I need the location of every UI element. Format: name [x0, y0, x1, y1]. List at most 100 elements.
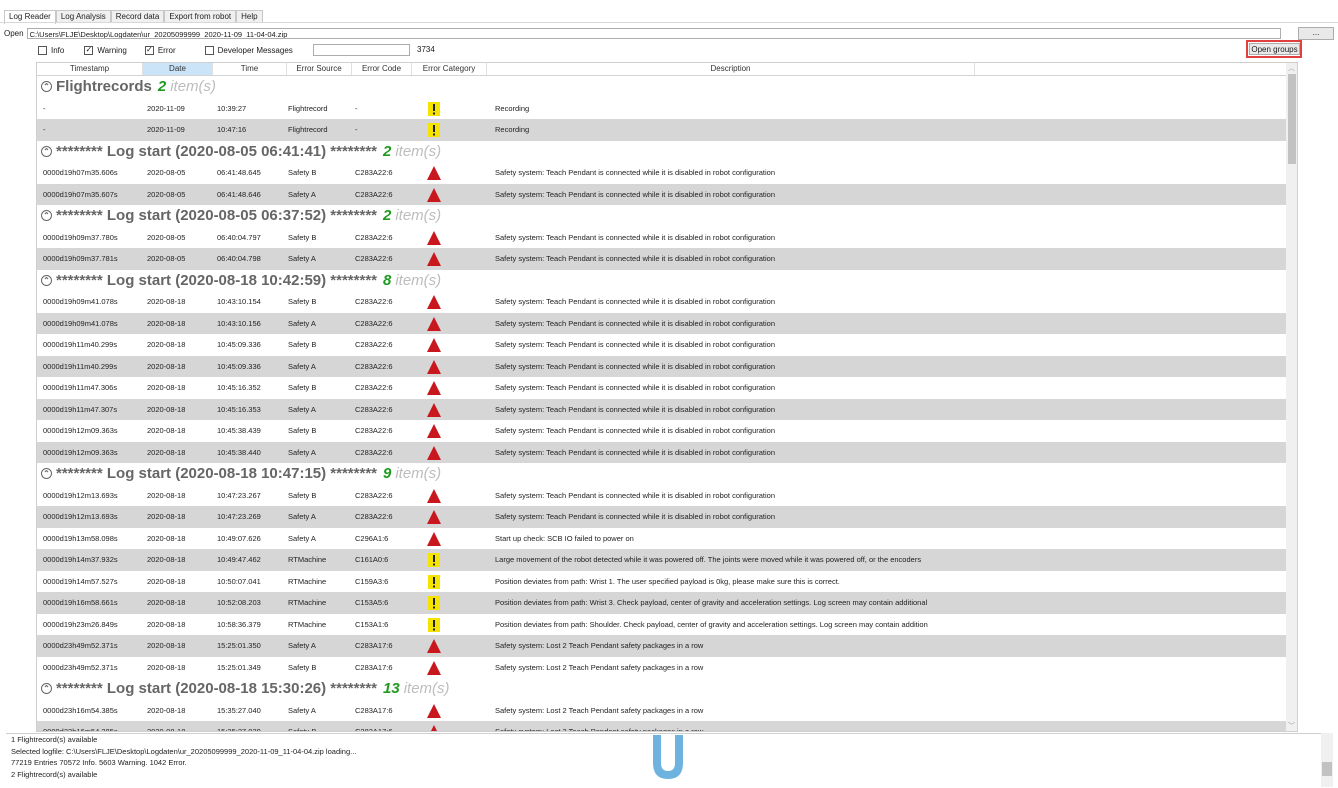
table-row[interactable]: 0000d23h16m54.385s 2020-08-18 15:35:27.040… — [37, 700, 1287, 722]
group-header[interactable]: ⌃ ******** Log start (2020-08-05 06:37:52… — [37, 205, 1287, 227]
cell-timestamp: 0000d19h23m26.849s — [43, 619, 118, 629]
table-row[interactable]: 0000d23h16m54.385s 2020-08-18 15:35:27.039… — [37, 721, 1287, 732]
group-title: ******** Log start (2020-08-18 10:47:15)… — [56, 465, 377, 483]
table-row[interactable]: 0000d19h13m58.098s 2020-08-18 10:49:07.626… — [37, 528, 1287, 550]
table-row[interactable]: 0000d19h09m41.078s 2020-08-18 10:43:10.156… — [37, 312, 1287, 334]
table-row[interactable]: 0000d19h11m47.307s 2020-08-18 10:45:16.353… — [37, 398, 1287, 420]
table-row[interactable]: - 2020-11-09 10:39:27 Flightrecord - Recordin… — [37, 98, 1287, 120]
group-header[interactable]: ⌃ ******** Log start (2020-08-05 06:41:41… — [37, 141, 1287, 163]
table-row[interactable]: 0000d19h11m40.299s 2020-08-18 10:45:09.336… — [37, 334, 1287, 356]
cell-description: Recording — [495, 125, 530, 134]
browse-button[interactable]: ... — [1298, 27, 1334, 40]
cell-timestamp: 0000d19h09m37.781s — [43, 254, 118, 263]
cell-description: Safety system: Teach Pendant is connecte… — [495, 297, 776, 306]
group-header[interactable]: ⌃ ******** Log start (2020-08-18 15:30:26… — [37, 678, 1287, 700]
group-count: 13 — [383, 680, 400, 698]
scroll-up-icon[interactable]: ︿ — [1288, 63, 1295, 73]
scroll-down-icon[interactable]: ﹀ — [1288, 721, 1295, 731]
cell-error-code: C283A22:6 — [355, 383, 393, 392]
cell-date: 2020-08-05 — [147, 254, 186, 263]
table-row[interactable]: 0000d19h11m47.306s 2020-08-18 10:45:16.352… — [37, 377, 1287, 399]
cell-timestamp: 0000d19h09m37.780s — [43, 232, 118, 242]
table-row[interactable]: 0000d19h09m37.780s 2020-08-05 06:40:04.797… — [37, 227, 1287, 249]
warning-checkbox-box[interactable]: ✓ — [84, 45, 94, 55]
table-row[interactable]: 0000d19h14m57.527s 2020-08-18 10:50:07.041… — [37, 571, 1287, 593]
column-header-error-category[interactable]: Error Category — [412, 63, 487, 75]
cell-error-source: RTMachine — [288, 555, 327, 564]
collapse-icon[interactable]: ⌃ — [41, 274, 52, 286]
cell-error-source: Safety A — [288, 705, 316, 715]
table-row[interactable]: 0000d19h16m58.661s 2020-08-18 10:52:08.203… — [37, 592, 1287, 614]
cell-date: 2020-08-18 — [147, 662, 186, 672]
column-header-date[interactable]: Date — [143, 63, 213, 75]
cell-error-source: Safety A — [288, 361, 316, 371]
table-row[interactable]: - 2020-11-09 10:47:16 Flightrecord - Recordin… — [37, 119, 1287, 141]
column-header-time[interactable]: Time — [213, 63, 287, 75]
error-checkbox[interactable]: ✓ Error — [144, 45, 176, 55]
table-row[interactable]: 0000d19h12m13.693s 2020-08-18 10:47:23.267… — [37, 485, 1287, 507]
cell-date: 2020-08-18 — [147, 705, 186, 715]
group-header[interactable]: ⌃ ******** Log start (2020-08-18 10:47:15… — [37, 463, 1287, 485]
open-path-field[interactable]: C:\Users\FLJE\Desktop\Logdaten\ur_202050… — [26, 28, 1281, 39]
table-row[interactable]: 0000d23h49m52.371s 2020-08-18 15:25:01.350… — [37, 635, 1287, 657]
cell-time: 10:45:38.440 — [217, 447, 261, 457]
log-scrollbar-thumb[interactable] — [1322, 762, 1332, 776]
info-checkbox-box[interactable] — [38, 45, 47, 55]
error-checkbox-box[interactable]: ✓ — [144, 45, 154, 55]
group-header[interactable]: ⌃ Flightrecords 2 item(s) — [37, 76, 1287, 98]
table-row[interactable]: 0000d19h09m37.781s 2020-08-05 06:40:04.798… — [37, 248, 1287, 270]
table-row[interactable]: 0000d19h07m35.606s 2020-08-05 06:41:48.645… — [37, 162, 1287, 184]
grid-scrollbar-thumb[interactable] — [1288, 74, 1296, 164]
collapse-icon[interactable]: ⌃ — [41, 81, 52, 93]
cell-timestamp: 0000d23h16m54.385s — [43, 727, 118, 732]
search-input[interactable] — [313, 44, 410, 56]
cell-error-source: Safety B — [288, 168, 317, 177]
table-row[interactable]: 0000d19h23m26.849s 2020-08-18 10:58:36.379… — [37, 614, 1287, 636]
collapse-icon[interactable]: ⌃ — [41, 145, 52, 157]
warning-checkbox[interactable]: ✓ Warning — [84, 45, 127, 55]
developer-messages-checkbox[interactable]: Developer Messages — [204, 45, 293, 55]
cell-error-source: Safety A — [288, 189, 316, 199]
cell-error-code: C283A22:6 — [355, 189, 393, 199]
collapse-icon[interactable]: ⌃ — [41, 210, 52, 222]
cell-timestamp: 0000d19h07m35.606s — [43, 168, 118, 177]
filter-bar: Info ✓ Warning ✓ Error Developer Message… — [38, 44, 293, 56]
info-checkbox[interactable]: Info — [38, 45, 64, 55]
open-groups-button[interactable]: Open groups — [1249, 43, 1300, 55]
grid-header: Timestamp Date Time Error Source Error C… — [37, 63, 1287, 76]
column-header-error-code[interactable]: Error Code — [352, 63, 412, 75]
cell-error-source: Safety B — [288, 490, 317, 500]
warning-icon — [428, 574, 440, 589]
error-icon — [427, 488, 441, 503]
log-scrollbar[interactable] — [1321, 733, 1333, 787]
group-count: 8 — [383, 271, 392, 289]
cell-description: Safety system: Teach Pendant is connecte… — [495, 189, 776, 199]
cell-error-code: C159A3:6 — [355, 576, 389, 586]
table-row[interactable]: 0000d19h07m35.607s 2020-08-05 06:41:48.646… — [37, 183, 1287, 205]
table-row[interactable]: 0000d19h12m09.363s 2020-08-18 10:45:38.440… — [37, 441, 1287, 463]
collapse-icon[interactable]: ⌃ — [41, 683, 52, 695]
cell-date: 2020-08-18 — [147, 598, 186, 607]
table-row[interactable]: 0000d19h12m09.363s 2020-08-18 10:45:38.439… — [37, 420, 1287, 442]
column-header-error-source[interactable]: Error Source — [287, 63, 352, 75]
cell-description: Safety system: Teach Pendant is connecte… — [495, 168, 776, 177]
error-checkbox-label: Error — [157, 45, 176, 55]
developer-messages-checkbox-box[interactable] — [204, 45, 214, 55]
cell-date: 2020-08-05 — [147, 189, 186, 199]
table-row[interactable]: 0000d19h12m13.693s 2020-08-18 10:47:23.269… — [37, 506, 1287, 528]
cell-date: 2020-08-18 — [147, 641, 186, 650]
group-header[interactable]: ⌃ ******** Log start (2020-08-18 10:42:59… — [37, 270, 1287, 292]
table-row[interactable]: 0000d23h49m52.371s 2020-08-18 15:25:01.349… — [37, 657, 1287, 679]
table-row[interactable]: 0000d19h09m41.078s 2020-08-18 10:43:10.154… — [37, 291, 1287, 313]
cell-timestamp: 0000d19h07m35.607s — [43, 189, 118, 199]
table-row[interactable]: 0000d19h14m37.932s 2020-08-18 10:49:47.462… — [37, 549, 1287, 571]
error-icon — [427, 359, 441, 374]
column-header-description[interactable]: Description — [487, 63, 975, 75]
table-row[interactable]: 0000d19h11m40.299s 2020-08-18 10:45:09.336… — [37, 355, 1287, 377]
error-icon — [427, 424, 441, 438]
collapse-icon[interactable]: ⌃ — [41, 468, 52, 480]
error-icon — [427, 510, 441, 524]
cell-error-code: C296A1:6 — [355, 533, 389, 543]
group-title: ******** Log start (2020-08-05 06:37:52)… — [56, 207, 377, 225]
column-header-timestamp[interactable]: Timestamp — [37, 63, 143, 75]
